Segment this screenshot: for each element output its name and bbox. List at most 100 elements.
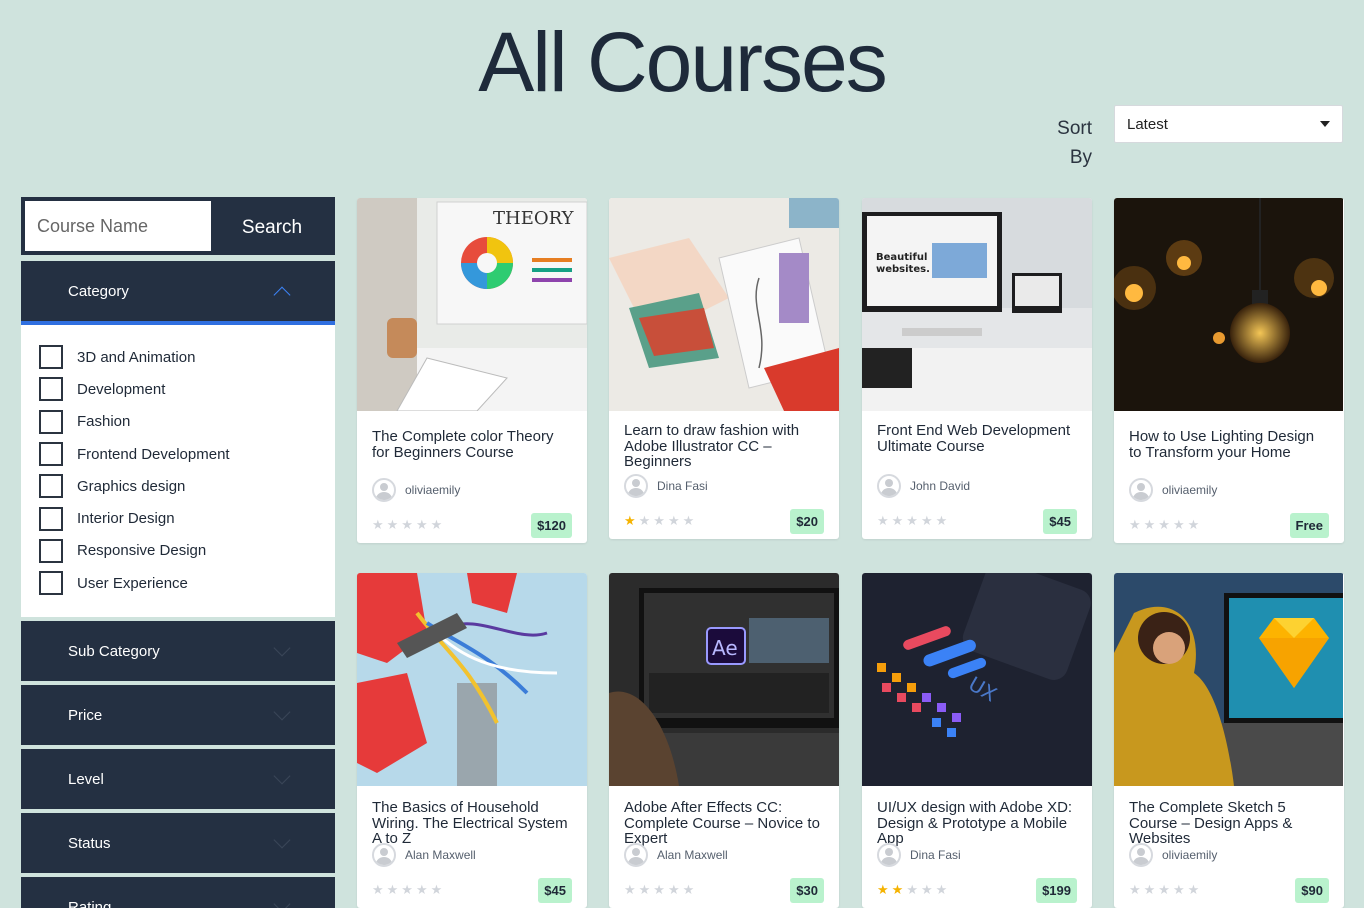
fashion-sketch-icon: [609, 198, 839, 411]
category-checkbox-item[interactable]: 3D and Animation: [39, 341, 317, 373]
rating-stars: ★★★★★: [877, 882, 951, 897]
chevron-down-icon: [273, 767, 291, 785]
page-title: All Courses: [478, 15, 887, 109]
avatar-icon: [372, 843, 396, 867]
sort-select[interactable]: Latest: [1114, 105, 1343, 143]
sort-selected-value: Latest: [1127, 115, 1168, 133]
category-checkbox-item[interactable]: Graphics design: [39, 470, 317, 502]
course-title[interactable]: The Basics of Household Wiring. The Elec…: [372, 800, 572, 848]
checkbox[interactable]: [39, 571, 63, 596]
author-name[interactable]: Dina Fasi: [910, 848, 961, 862]
chevron-down-icon: [273, 895, 291, 908]
category-option-label: Interior Design: [77, 510, 175, 528]
checkbox[interactable]: [39, 506, 63, 531]
course-thumbnail[interactable]: [609, 198, 839, 411]
course-title[interactable]: Adobe After Effects CC: Complete Course …: [624, 800, 824, 848]
accordion-label: Rating: [68, 898, 112, 908]
category-option-label: Frontend Development: [77, 445, 230, 463]
chevron-down-icon: [273, 703, 291, 721]
course-title[interactable]: Learn to draw fashion with Adobe Illustr…: [624, 423, 824, 471]
checkbox[interactable]: [39, 377, 63, 402]
course-title[interactable]: How to Use Lighting Design to Transform …: [1129, 429, 1329, 471]
author-name[interactable]: Alan Maxwell: [405, 848, 476, 862]
category-option-label: User Experience: [77, 574, 188, 592]
category-checkbox-item[interactable]: Fashion: [39, 406, 317, 438]
course-search-input[interactable]: [24, 200, 212, 252]
category-checkbox-item[interactable]: User Experience: [39, 567, 317, 599]
ux-phone-icon: UX: [862, 573, 1092, 786]
checkbox[interactable]: [39, 474, 63, 499]
category-checkbox-item[interactable]: Interior Design: [39, 502, 317, 534]
sketch-logo-icon: [1114, 573, 1343, 786]
course-thumbnail[interactable]: Beautiful websites.: [862, 198, 1092, 411]
course-thumbnail[interactable]: THEORY: [357, 198, 587, 411]
rating-accordion-header[interactable]: Rating: [21, 877, 335, 908]
author-name[interactable]: Alan Maxwell: [657, 848, 728, 862]
wires-icon: [357, 573, 587, 786]
course-card[interactable]: The Complete Sketch 5 Course – Design Ap…: [1114, 573, 1344, 908]
course-card[interactable]: The Basics of Household Wiring. The Elec…: [357, 573, 587, 908]
sub-category-accordion-header[interactable]: Sub Category: [21, 621, 335, 681]
course-title[interactable]: UI/UX design with Adobe XD: Design & Pro…: [877, 800, 1077, 848]
course-card[interactable]: Learn to draw fashion with Adobe Illustr…: [609, 198, 839, 539]
avatar-icon: [624, 843, 648, 867]
course-thumbnail[interactable]: [357, 573, 587, 786]
price-badge: $90: [1295, 877, 1329, 903]
price-badge: $30: [790, 877, 824, 903]
light-bulbs-icon: [1114, 198, 1343, 411]
author-name[interactable]: oliviaemily: [1162, 848, 1217, 862]
course-thumbnail[interactable]: Ae: [609, 573, 839, 786]
avatar-icon: [624, 474, 648, 498]
level-accordion-header[interactable]: Level: [21, 749, 335, 809]
chevron-down-icon: [273, 639, 291, 657]
price-badge: $199: [1036, 877, 1077, 903]
course-card[interactable]: THEORY The Complete color Theory for Beg…: [357, 198, 587, 543]
category-accordion-header[interactable]: Category: [21, 261, 335, 325]
checkbox[interactable]: [39, 409, 63, 434]
price-accordion-header[interactable]: Price: [21, 685, 335, 745]
rating-stars: ★★★★★: [372, 517, 446, 532]
search-box: Search: [21, 197, 335, 255]
caret-down-icon: [1320, 121, 1330, 127]
category-label: Category: [68, 282, 129, 300]
category-checkbox-item[interactable]: Development: [39, 373, 317, 405]
category-list: 3D and Animation Development Fashion Fro…: [21, 325, 335, 617]
web-monitor-icon: Beautiful websites.: [862, 198, 1092, 411]
avatar-icon: [877, 474, 901, 498]
category-checkbox-item[interactable]: Responsive Design: [39, 535, 317, 567]
author-name[interactable]: oliviaemily: [405, 483, 460, 497]
course-card[interactable]: Ae Adobe After Effects CC: Complete Cour…: [609, 573, 839, 908]
rating-stars: ★★★★★: [372, 882, 446, 897]
course-title[interactable]: The Complete Sketch 5 Course – Design Ap…: [1129, 800, 1329, 848]
course-card[interactable]: UX UI/UX design with Adobe XD: Design & …: [862, 573, 1092, 908]
rating-stars: ★★★★★: [624, 513, 698, 528]
course-thumbnail[interactable]: UX: [862, 573, 1092, 786]
accordion-label: Sub Category: [68, 642, 160, 660]
category-option-label: 3D and Animation: [77, 348, 196, 366]
status-accordion-header[interactable]: Status: [21, 813, 335, 873]
sort-label: Sort By: [1057, 118, 1092, 168]
price-badge: $45: [1043, 508, 1077, 534]
accordion-label: Level: [68, 770, 104, 788]
svg-text:THEORY: THEORY: [493, 208, 575, 229]
rating-stars: ★★★★★: [877, 513, 951, 528]
course-title[interactable]: Front End Web Development Ultimate Cours…: [877, 423, 1077, 471]
rating-stars: ★★★★★: [624, 882, 698, 897]
author-name[interactable]: Dina Fasi: [657, 479, 708, 493]
course-card[interactable]: Beautiful websites. Front End Web Develo…: [862, 198, 1092, 539]
course-thumbnail[interactable]: [1114, 573, 1344, 786]
search-button[interactable]: Search: [212, 200, 332, 252]
author-name[interactable]: oliviaemily: [1162, 483, 1217, 497]
author-name[interactable]: John David: [910, 479, 970, 493]
course-title[interactable]: The Complete color Theory for Beginners …: [372, 429, 572, 471]
price-badge: $45: [538, 877, 572, 903]
category-option-label: Responsive Design: [77, 542, 207, 560]
checkbox[interactable]: [39, 538, 63, 563]
course-card[interactable]: How to Use Lighting Design to Transform …: [1114, 198, 1344, 543]
checkbox[interactable]: [39, 345, 63, 370]
category-checkbox-item[interactable]: Frontend Development: [39, 438, 317, 470]
color-wheel-monitor-icon: THEORY: [357, 198, 587, 411]
course-thumbnail[interactable]: [1114, 198, 1344, 411]
filter-sidebar: Search Category 3D and Animation Develop…: [21, 197, 335, 908]
checkbox[interactable]: [39, 442, 63, 467]
